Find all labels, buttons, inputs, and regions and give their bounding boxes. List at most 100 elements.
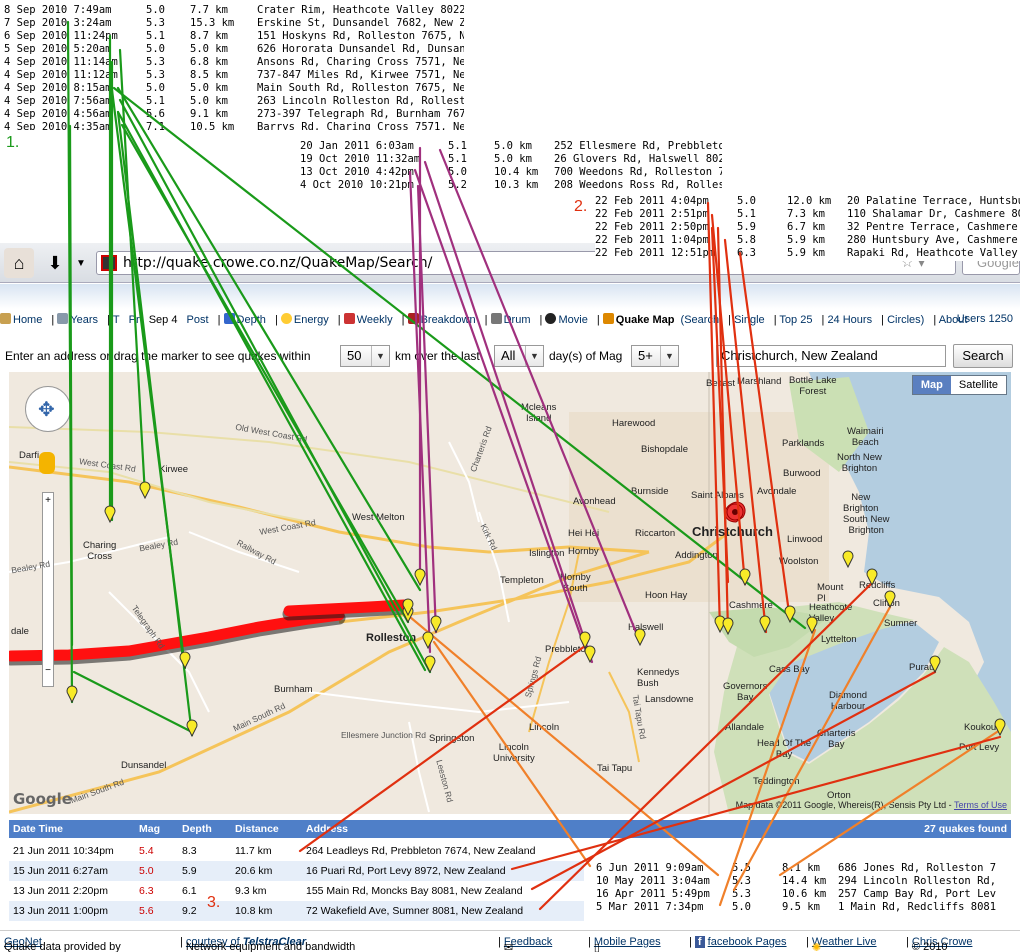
place-port-levy: Port Levy — [959, 742, 1000, 753]
search-button[interactable]: Search — [953, 344, 1013, 368]
col-address[interactable]: Address — [306, 823, 348, 835]
quake-address: 263 Lincoln Rolleston Rd, Rolleston 7 — [257, 95, 464, 107]
nav-item-24hours[interactable]: | 24 Hours — [822, 314, 876, 326]
quake-mag: 5.1 — [448, 153, 467, 165]
quake-date: 4 Sep 2010 4:35am — [4, 121, 112, 130]
mobile-link[interactable]: Mobile Pages — [594, 936, 661, 948]
nav-item-circles[interactable]: | Circles) — [881, 314, 927, 326]
place-harewood: Harewood — [612, 418, 656, 429]
footer-facebook[interactable]: | f facebook Pages — [689, 936, 787, 948]
pegman-icon[interactable] — [39, 452, 55, 474]
search-mid: km over the last — [395, 349, 480, 363]
nav-item-years[interactable]: | Years — [51, 313, 101, 326]
weather-link[interactable]: Weather Live — [812, 936, 877, 948]
table-row[interactable]: 13 Jun 2011 2:20pm 6.3 6.1 9.3 km 155 Main R… — [9, 881, 584, 901]
place-christchurch: Christchurch — [692, 524, 773, 539]
road-label: Railway Rd — [235, 537, 278, 567]
nav-item-post[interactable]: Post — [187, 314, 212, 326]
sun-icon: ✺ — [811, 942, 822, 952]
nav-item-drum[interactable]: | Drum — [485, 313, 534, 326]
map-type-map[interactable]: Map — [912, 376, 951, 394]
quake-date: 22 Feb 2011 1:04pm — [595, 234, 709, 246]
quake-date: 5 Sep 2010 5:20am — [4, 43, 112, 55]
nav-item-depth[interactable]: | Depth — [218, 313, 269, 326]
home-icon — [0, 313, 11, 324]
mag-select[interactable]: 5+ ▼ — [631, 345, 679, 367]
place-lincoln-university: Lincoln University — [493, 742, 535, 764]
nav-item-movie[interactable]: | Movie — [540, 313, 591, 326]
nav-item-weekly[interactable]: | Weekly — [338, 313, 396, 326]
footer-feedback[interactable]: | ✉ Feedback — [498, 936, 552, 952]
place-kennedys-bush: Kennedys Bush — [637, 667, 680, 689]
quake-list-row: 22 Feb 2011 1:04pm 5.8 5.9 km 280 Huntsbury… — [595, 234, 1020, 247]
cell-mag: 6.3 — [139, 885, 154, 897]
nav-item-single[interactable]: | Single — [728, 314, 768, 326]
facebook-link[interactable]: facebook Pages — [708, 936, 787, 948]
quake-depth: 7.7 km — [190, 4, 228, 16]
road-old-west-coast — [9, 426, 610, 513]
quake-address: 32 Pentre Terrace, Cashmere 802 — [847, 221, 1018, 233]
quake-list-row: 19 Oct 2010 11:32am 5.1 5.0 km 26 Glovers R… — [300, 153, 722, 166]
quake-date: 4 Sep 2010 11:14am — [4, 56, 118, 68]
nav-label: Movie — [558, 314, 588, 326]
days-select[interactable]: All ▼ — [494, 345, 544, 367]
nav-item-quakemap[interactable]: | Quake Map — [597, 313, 674, 326]
nav-item-breakdown[interactable]: | Breakdown — [402, 313, 479, 326]
place-avonhead: Avonhead — [573, 496, 616, 507]
nav-item-top25[interactable]: | Top 25 — [774, 314, 816, 326]
zoom-slider[interactable]: + − — [42, 492, 54, 687]
nav-item-energy[interactable]: | Energy — [275, 313, 332, 326]
table-row[interactable]: 13 Jun 2011 1:00pm 5.6 9.2 10.8 km 72 Wakefi… — [9, 901, 584, 921]
col-date[interactable]: Date Time — [13, 823, 63, 835]
quake-date: 13 Oct 2010 4:42pm — [300, 166, 414, 178]
nav-label: Breakdown — [420, 314, 476, 326]
users-count[interactable]: Users 1250 — [957, 313, 1013, 325]
address-input[interactable]: Christchurch, New Zealand — [716, 345, 946, 367]
km-value: 50 — [347, 348, 362, 363]
cell-address: 155 Main Rd, Moncks Bay 8081, New Zealan… — [306, 885, 523, 897]
nav-item-t[interactable]: | T — [107, 314, 122, 326]
footer-mobile[interactable]: | ▯ Mobile Pages — [588, 936, 661, 952]
quake-mag: 5.3 — [146, 56, 165, 68]
terms-link[interactable]: Terms of Use — [954, 800, 1007, 810]
table-row[interactable]: 21 Jun 2011 10:34pm 5.4 8.3 11.7 km 264 Lead… — [9, 841, 584, 861]
quake-list-row: 4 Sep 2010 11:12am 5.3 8.5 km 737-847 Miles… — [4, 69, 464, 82]
nav-item-pr[interactable]: Pr — [129, 314, 143, 326]
quake-mag: 5.5 — [732, 862, 751, 874]
download-icon[interactable]: ⬇ — [40, 248, 70, 278]
place-teddington: Teddington — [753, 776, 800, 787]
place-hornby-south: Hornby South — [560, 572, 591, 594]
quake-mag: 5.1 — [737, 208, 756, 220]
place-south-new-brighton: South New Brighton — [843, 514, 890, 536]
pin-icon — [602, 313, 614, 324]
quake-map[interactable]: ✥ + − Map Satellite Christchurch Rollest… — [9, 372, 1011, 814]
quake-date: 4 Sep 2010 11:12am — [4, 69, 118, 81]
footer-weather[interactable]: | ✺ Weather Live — [806, 936, 877, 952]
chevron-down-icon: ▼ — [525, 346, 543, 366]
quake-mag: 5.1 — [448, 140, 467, 152]
col-distance[interactable]: Distance — [235, 823, 279, 835]
zoom-in-icon[interactable]: + — [42, 495, 54, 507]
col-depth[interactable]: Depth — [182, 823, 212, 835]
chevron-down-icon[interactable]: ▼ — [72, 248, 90, 278]
nav-item-home[interactable]: Home — [0, 313, 45, 326]
quake-date: 22 Feb 2011 12:51pm — [595, 247, 716, 259]
quake-date: 19 Oct 2010 11:32am — [300, 153, 421, 165]
road-label: Ellesmere Junction Rd — [341, 730, 427, 740]
nav-item-search[interactable]: (Search — [681, 314, 723, 326]
map-type-satellite[interactable]: Satellite — [950, 376, 1006, 394]
zoom-out-icon[interactable]: − — [42, 665, 54, 677]
nav-label: Weekly — [356, 314, 393, 326]
km-select[interactable]: 50 ▼ — [340, 345, 390, 367]
col-mag[interactable]: Mag — [139, 823, 160, 835]
home-icon[interactable]: ⌂ — [4, 248, 34, 278]
quake-list-row: 22 Feb 2011 12:51pm 6.3 5.9 km Rapaki Rd, H… — [595, 247, 1020, 260]
quake-depth: 15.3 km — [190, 17, 235, 29]
pan-control[interactable]: ✥ — [25, 386, 71, 432]
mag-value: 5+ — [638, 348, 653, 363]
mail-icon: ✉ — [503, 942, 514, 952]
table-row[interactable]: 15 Jun 2011 6:27am 5.0 5.9 20.6 km 16 Puari … — [9, 861, 584, 881]
nav-label: Depth — [236, 314, 266, 326]
cell-date: 13 Jun 2011 1:00pm — [13, 905, 108, 917]
footer-geonet: Quake data provided by GeoNet — [4, 936, 121, 952]
